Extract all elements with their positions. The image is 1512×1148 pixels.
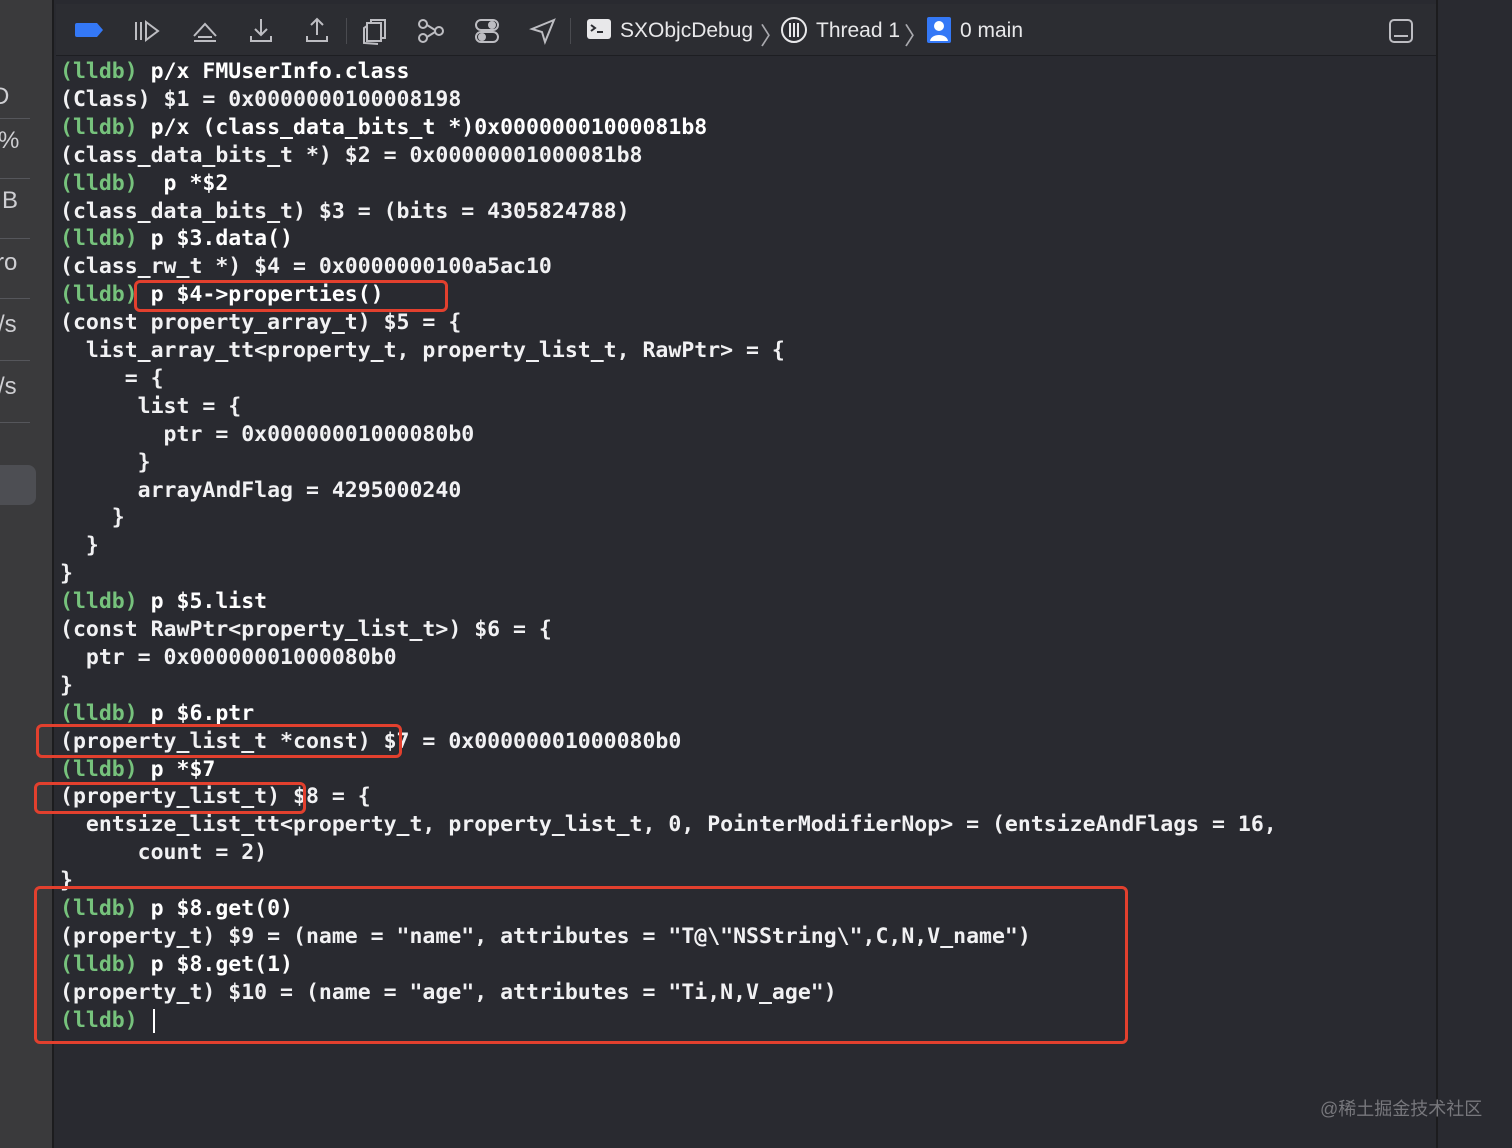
console-command-text: p $6.ptr bbox=[137, 700, 255, 726]
console-output-text: entsize_list_tt<property_t, property_lis… bbox=[60, 812, 1277, 838]
lldb-prompt: (lldb) bbox=[60, 114, 138, 140]
console-output-line: (const property_array_t) $5 = { bbox=[60, 309, 461, 337]
console-output-line: ptr = 0x00000001000080b0 bbox=[60, 421, 475, 449]
console-command-text: p *$2 bbox=[137, 170, 229, 196]
sidebar-divider bbox=[0, 422, 30, 423]
watermark: @稀土掘金技术社区 bbox=[1320, 1099, 1483, 1119]
terminal-icon bbox=[586, 18, 616, 48]
console-command-line: (lldb) p/x FMUserInfo.class bbox=[60, 58, 410, 86]
console-command-text: p *$7 bbox=[137, 756, 216, 782]
lldb-prompt: (lldb) bbox=[60, 700, 138, 726]
console-output-text: = { bbox=[60, 365, 164, 391]
sidebar-divider bbox=[0, 298, 30, 299]
console-output-text: ptr = 0x00000001000080b0 bbox=[60, 644, 397, 670]
memory-graph-icon[interactable] bbox=[416, 16, 446, 46]
console-command-line: (lldb) p $5.list bbox=[60, 588, 267, 616]
environment-overrides-icon[interactable] bbox=[472, 16, 502, 46]
hide-debug-area-icon[interactable] bbox=[1388, 18, 1418, 48]
sidebar-divider bbox=[0, 118, 30, 119]
console-output-line: (class_data_bits_t *) $2 = 0x00000001000… bbox=[60, 142, 642, 170]
breakpoints-toggle-icon[interactable] bbox=[74, 18, 104, 48]
sidebar-item-3[interactable]: B bbox=[2, 186, 52, 216]
console-command-line: (lldb) p/x (class_data_bits_t *)0x000000… bbox=[60, 114, 707, 142]
console-output-line: list_array_tt<property_t, property_list_… bbox=[60, 337, 785, 365]
lldb-prompt: (lldb) bbox=[60, 589, 138, 615]
sidebar-item-1[interactable]: D bbox=[0, 82, 42, 112]
console-output-text: count = 2) bbox=[60, 840, 268, 866]
console-command-line: (lldb) p $3.data() bbox=[60, 225, 293, 253]
sidebar-selected-item[interactable] bbox=[0, 465, 36, 505]
console-command-text: p $3.data() bbox=[137, 226, 294, 252]
console-command-text: p $5.list bbox=[137, 589, 268, 615]
console-output-line: ptr = 0x00000001000080b0 bbox=[60, 644, 397, 672]
console-command-text: p/x (class_data_bits_t *)0x0000000100008… bbox=[137, 114, 708, 140]
console-output-text: list_array_tt<property_t, property_list_… bbox=[60, 338, 785, 363]
continue-icon[interactable] bbox=[132, 16, 162, 46]
view-hierarchy-icon[interactable] bbox=[360, 16, 390, 46]
simulate-location-icon[interactable] bbox=[528, 16, 558, 46]
console-output-text: (class_rw_t *) $4 = 0x0000000100a5ac10 bbox=[60, 254, 552, 280]
console-output-text: } bbox=[60, 672, 73, 698]
console-output-text: (Class) $1 = 0x0000000100008198 bbox=[60, 86, 462, 112]
lldb-prompt: (lldb) bbox=[60, 756, 138, 782]
console-output-line: list = { bbox=[60, 393, 242, 421]
frame-person-icon bbox=[926, 16, 956, 46]
highlight-box-properties bbox=[134, 280, 448, 312]
console-command-text: p/x FMUserInfo.class bbox=[137, 59, 410, 84]
inspector-gutter bbox=[1436, 0, 1512, 1148]
console-output-text: (class_data_bits_t) $3 = (bits = 4305824… bbox=[60, 198, 630, 224]
lldb-prompt: (lldb) bbox=[60, 59, 138, 84]
console-output-text: ptr = 0x00000001000080b0 bbox=[60, 421, 475, 447]
sidebar-item-5[interactable]: /s bbox=[0, 310, 48, 340]
console-command-line: (lldb) p *$2 bbox=[60, 170, 228, 198]
step-out-icon[interactable] bbox=[302, 16, 332, 46]
console-output-line: (class_rw_t *) $4 = 0x0000000100a5ac10 bbox=[60, 253, 552, 281]
console-output-text: (const RawPtr<property_list_t>) $6 = { bbox=[60, 617, 552, 642]
console-output-line: } bbox=[60, 532, 99, 560]
breadcrumb-target[interactable]: SXObjcDebug bbox=[620, 18, 753, 44]
sidebar-divider bbox=[0, 360, 30, 361]
sidebar-item-2[interactable]: % bbox=[0, 126, 48, 156]
console-output-text: } bbox=[60, 533, 99, 559]
debug-toolbar: SXObjcDebug 〉 Thread 1 〉 0 main bbox=[56, 4, 1436, 56]
console-output-text: (const property_array_t) $5 = { bbox=[60, 310, 462, 336]
console-output-line: } bbox=[60, 560, 73, 588]
thread-icon bbox=[780, 16, 810, 46]
sidebar-divider bbox=[0, 178, 30, 179]
console-output-line: arrayAndFlag = 4295000240 bbox=[60, 477, 462, 505]
lldb-prompt: (lldb) bbox=[60, 170, 138, 196]
console-output-line: count = 2) bbox=[60, 839, 267, 867]
console-output-text: list = { bbox=[60, 393, 242, 419]
sidebar-item-6[interactable]: /s bbox=[0, 372, 48, 402]
chevron-right-icon: 〉 bbox=[904, 23, 928, 50]
console-command-line: (lldb) p *$7 bbox=[60, 756, 215, 784]
step-over-icon[interactable] bbox=[190, 16, 220, 46]
console-output-line: } bbox=[60, 449, 151, 477]
console-output-line: } bbox=[60, 504, 125, 532]
lldb-prompt: (lldb) bbox=[60, 282, 138, 308]
step-into-icon[interactable] bbox=[246, 16, 276, 46]
console-output-text: (class_data_bits_t *) $2 = 0x00000001000… bbox=[60, 142, 643, 168]
breadcrumb-thread[interactable]: Thread 1 bbox=[816, 18, 900, 44]
breadcrumb-frame[interactable]: 0 main bbox=[960, 18, 1023, 44]
toolbar-divider bbox=[570, 18, 571, 44]
console-output-line: (class_data_bits_t) $3 = (bits = 4305824… bbox=[60, 198, 630, 226]
highlight-box-property-list bbox=[34, 782, 306, 814]
console-output-line: (Class) $1 = 0x0000000100008198 bbox=[60, 86, 461, 114]
console-output-line: entsize_list_tt<property_t, property_lis… bbox=[60, 811, 1277, 839]
console-output-text: } bbox=[60, 449, 151, 475]
toolbar-divider bbox=[346, 18, 347, 44]
highlight-box-property-list-const bbox=[36, 724, 402, 758]
highlight-box-property-results bbox=[34, 886, 1128, 1044]
console-output-line: } bbox=[60, 672, 73, 700]
sidebar-item-4[interactable]: ro bbox=[0, 248, 46, 278]
console-output-text: arrayAndFlag = 4295000240 bbox=[60, 477, 462, 503]
console-output-text: } bbox=[60, 561, 73, 587]
console-output-text: } bbox=[60, 505, 125, 531]
console-output-line: (const RawPtr<property_list_t>) $6 = { bbox=[60, 616, 552, 644]
console-output-line: = { bbox=[60, 365, 164, 393]
lldb-prompt: (lldb) bbox=[60, 226, 138, 252]
sidebar-divider bbox=[0, 238, 30, 239]
